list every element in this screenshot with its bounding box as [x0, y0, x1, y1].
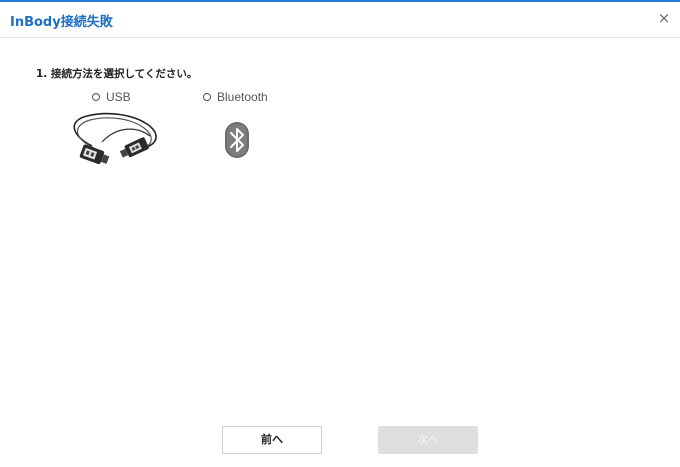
bluetooth-radio-option[interactable]: Bluetooth: [203, 88, 268, 106]
previous-button[interactable]: 前へ: [222, 426, 322, 454]
usb-radio-button[interactable]: [92, 93, 100, 101]
title-bar: InBody接続失敗 ×: [0, 2, 680, 38]
dialog-title: InBody接続失敗: [10, 15, 113, 30]
next-button: 次へ: [378, 426, 478, 454]
step-instruction: 1. 接続方法を選択してください。: [36, 68, 198, 80]
bluetooth-icon[interactable]: [220, 120, 254, 160]
close-button[interactable]: ×: [654, 8, 674, 28]
bluetooth-radio-label[interactable]: Bluetooth: [217, 90, 268, 104]
usb-radio-label[interactable]: USB: [106, 90, 131, 104]
usb-radio-option[interactable]: USB: [92, 88, 131, 106]
bluetooth-radio-button[interactable]: [203, 93, 211, 101]
inbody-connection-dialog: InBody接続失敗 × 1. 接続方法を選択してください。 USB Bluet…: [0, 0, 680, 467]
usb-cable-icon[interactable]: [62, 106, 172, 176]
